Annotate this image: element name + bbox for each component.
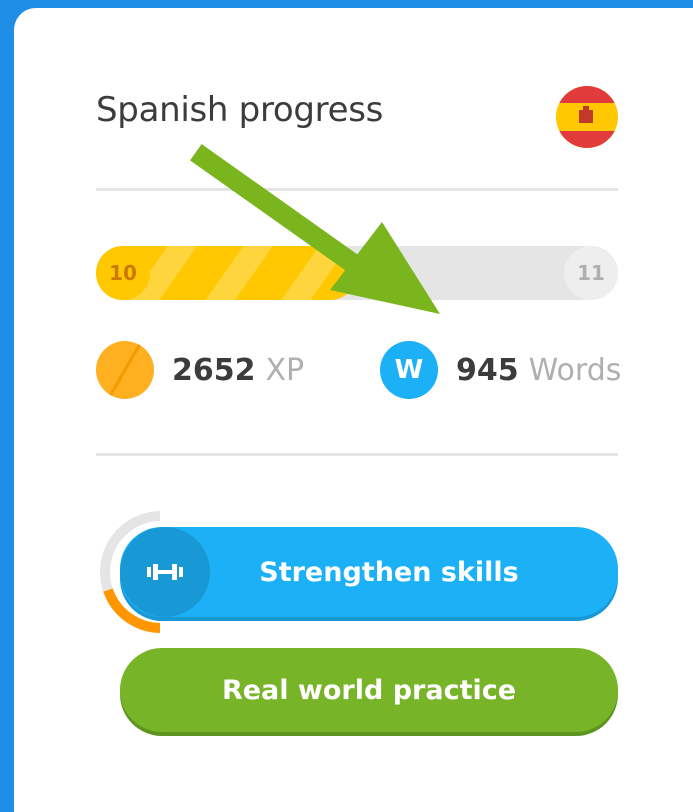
strengthen-skills-label: Strengthen skills <box>259 556 519 588</box>
dumbbell-icon[interactable] <box>120 527 210 617</box>
divider-top <box>96 188 618 191</box>
level-progress-bar <box>96 246 618 300</box>
xp-unit: XP <box>265 352 305 388</box>
current-level-badge: 10 <box>96 246 150 300</box>
next-level-badge: 11 <box>564 246 618 300</box>
words-unit: Words <box>528 352 622 388</box>
divider-bottom <box>96 453 618 456</box>
xp-value: 2652 <box>172 352 256 388</box>
xp-coin-icon <box>96 341 154 399</box>
words-badge-icon: W <box>380 341 438 399</box>
words-stat: W 945 Words <box>380 340 621 400</box>
real-world-practice-button[interactable]: Real world practice <box>120 648 618 732</box>
real-world-practice-label: Real world practice <box>221 674 517 706</box>
xp-stat: 2652 XP <box>96 340 304 400</box>
spain-flag-icon[interactable] <box>556 86 618 148</box>
words-value: 945 <box>456 352 519 388</box>
card-title: Spanish progress <box>96 90 384 130</box>
